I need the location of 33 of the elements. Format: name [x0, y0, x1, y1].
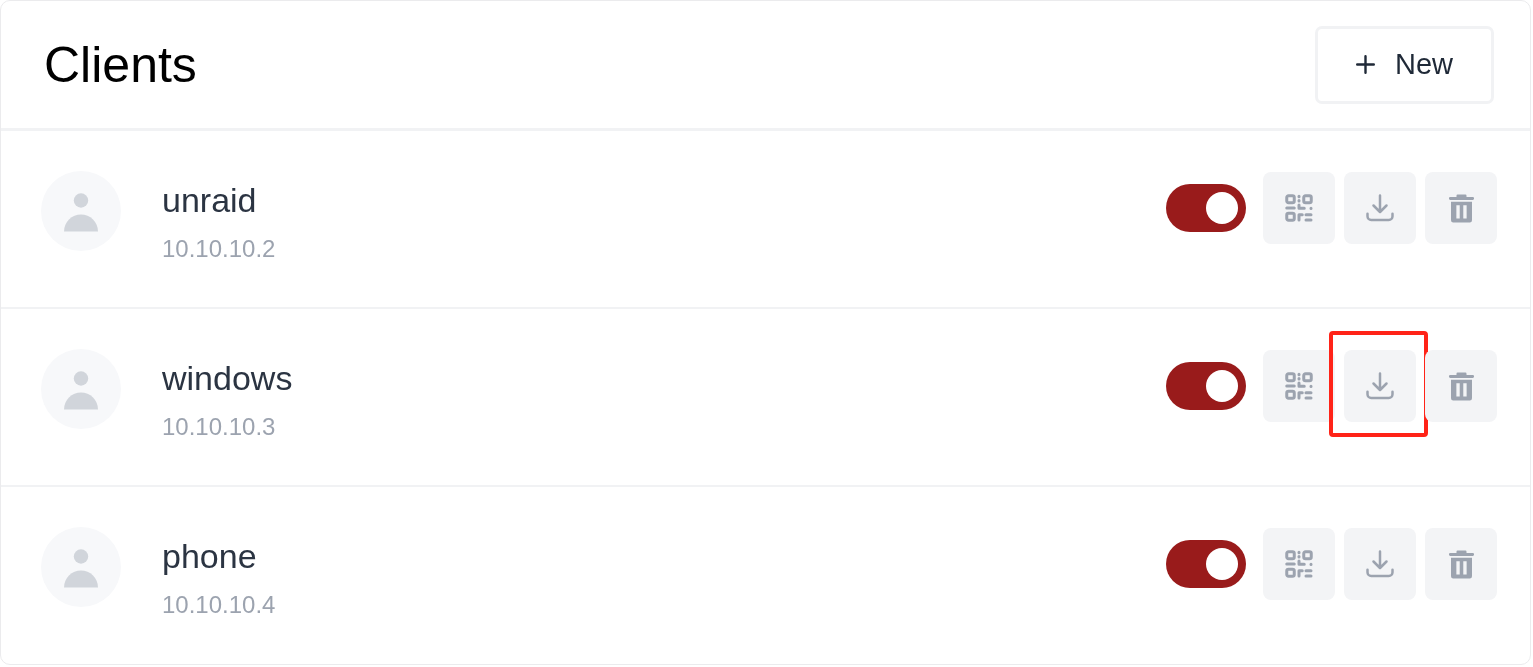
qr-code-icon [1284, 371, 1314, 401]
client-address: 10.10.10.4 [162, 590, 276, 620]
delete-button[interactable] [1425, 350, 1497, 422]
delete-button[interactable] [1425, 172, 1497, 244]
download-icon [1365, 549, 1395, 579]
download-icon [1365, 371, 1395, 401]
person-avatar-icon [41, 527, 121, 607]
client-address: 10.10.10.2 [162, 234, 276, 264]
person-avatar-icon [41, 171, 121, 251]
new-button[interactable]: New [1315, 25, 1494, 104]
trash-icon [1447, 193, 1475, 223]
delete-button[interactable] [1425, 528, 1497, 600]
download-button[interactable] [1344, 172, 1416, 244]
download-icon [1365, 193, 1395, 223]
client-name: phone [162, 536, 257, 576]
client-name: unraid [162, 180, 257, 220]
client-address: 10.10.10.3 [162, 412, 276, 442]
page-title: Clients [44, 35, 197, 95]
qr-code-button[interactable] [1263, 172, 1335, 244]
qr-code-button[interactable] [1263, 528, 1335, 600]
toggle-switch[interactable] [1166, 362, 1246, 410]
download-button[interactable] [1344, 528, 1416, 600]
toggle-switch[interactable] [1166, 540, 1246, 588]
plus-icon [1356, 55, 1375, 74]
trash-icon [1447, 371, 1475, 401]
toggle-switch[interactable] [1166, 184, 1246, 232]
qr-code-button[interactable] [1263, 350, 1335, 422]
person-avatar-icon [41, 349, 121, 429]
download-button[interactable] [1344, 350, 1416, 422]
qr-code-icon [1284, 549, 1314, 579]
qr-code-icon [1284, 193, 1314, 223]
trash-icon [1447, 549, 1475, 579]
client-name: windows [162, 358, 293, 398]
